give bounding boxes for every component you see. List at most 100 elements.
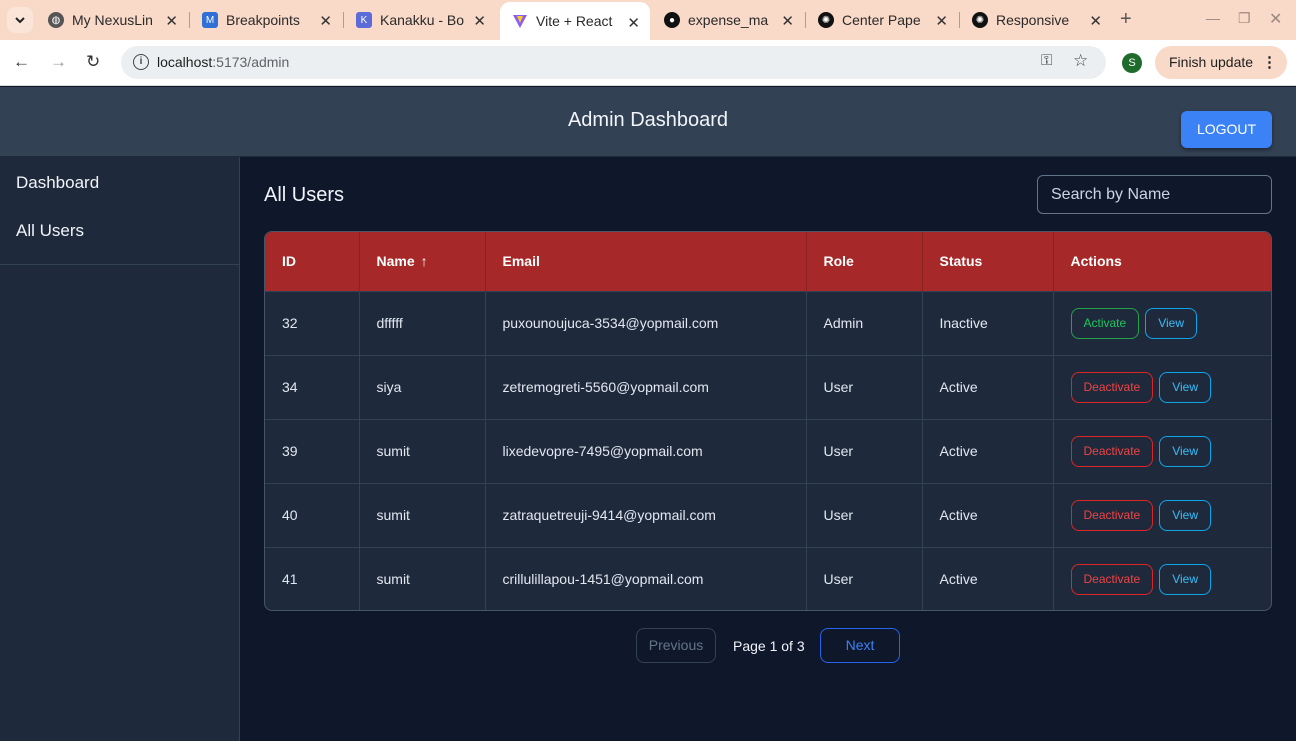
- browser-tab-strip: ◍ My NexusLin ✕ M Breakpoints ✕ K Kanakk…: [0, 0, 1296, 40]
- table-row: 41 sumit crillulillapou-1451@yopmail.com…: [265, 547, 1271, 610]
- close-icon[interactable]: ✕: [319, 12, 332, 30]
- page-title: Admin Dashboard: [567, 109, 729, 131]
- close-icon[interactable]: ✕: [473, 12, 486, 30]
- chevron-down-icon: [15, 17, 25, 24]
- reload-icon[interactable]: ↻: [86, 52, 100, 72]
- table-row: 39 sumit lixedevopre-7495@yopmail.com Us…: [265, 419, 1271, 483]
- browser-tab[interactable]: ✺ Responsive ✕: [960, 0, 1112, 40]
- back-arrow-icon[interactable]: ←: [13, 52, 30, 72]
- cell-status: Active: [922, 419, 1054, 483]
- url-text: localhost:5173/admin: [157, 54, 290, 70]
- table-header-row: ID Name ↑ Email Role Status Actions: [265, 232, 1271, 291]
- cell-email: crillulillapou-1451@yopmail.com: [485, 547, 807, 610]
- browser-tab[interactable]: ◍ My NexusLin ✕: [36, 0, 188, 40]
- search-input[interactable]: [1037, 175, 1272, 214]
- cell-status: Inactive: [922, 291, 1054, 355]
- browser-tab[interactable]: ✺ Center Pape ✕: [806, 0, 958, 40]
- cell-name: sumit: [359, 419, 486, 483]
- cell-id: 34: [265, 355, 360, 419]
- globe-icon: ◍: [48, 12, 64, 28]
- cell-status: Active: [922, 547, 1054, 610]
- sidebar-divider: [0, 264, 239, 265]
- address-bar[interactable]: i localhost:5173/admin ⚿ ☆: [121, 46, 1106, 79]
- cell-email: puxounoujuca-3534@yopmail.com: [485, 291, 807, 355]
- view-button[interactable]: View: [1159, 371, 1211, 403]
- column-header-role[interactable]: Role: [806, 232, 923, 291]
- cell-email: lixedevopre-7495@yopmail.com: [485, 419, 807, 483]
- cell-actions: Deactivate View: [1053, 547, 1271, 610]
- column-header-email[interactable]: Email: [485, 232, 807, 291]
- cell-email: zatraquetreuji-9414@yopmail.com: [485, 483, 807, 547]
- cell-role: User: [806, 355, 923, 419]
- browser-tab[interactable]: M Breakpoints ✕: [190, 0, 342, 40]
- cell-id: 39: [265, 419, 360, 483]
- finish-update-button[interactable]: Finish update ⋮: [1155, 46, 1287, 79]
- close-icon[interactable]: ✕: [165, 12, 178, 30]
- app-icon: K: [356, 12, 372, 28]
- tab-search-button[interactable]: [7, 7, 33, 33]
- cell-id: 41: [265, 547, 360, 610]
- openai-icon: ✺: [818, 12, 834, 28]
- close-icon[interactable]: ✕: [1089, 12, 1102, 30]
- view-button[interactable]: View: [1159, 563, 1211, 595]
- users-table: ID Name ↑ Email Role Status Actions 32 df…: [264, 231, 1272, 611]
- cell-status: Active: [922, 483, 1054, 547]
- key-icon[interactable]: ⚿: [1041, 52, 1052, 69]
- more-vert-icon[interactable]: ⋮: [1262, 53, 1277, 71]
- logout-button[interactable]: LOGOUT: [1181, 111, 1272, 148]
- cell-status: Active: [922, 355, 1054, 419]
- cell-actions: Deactivate View: [1053, 355, 1271, 419]
- column-header-status[interactable]: Status: [922, 232, 1054, 291]
- sidebar: Dashboard All Users: [0, 157, 240, 741]
- deactivate-button[interactable]: Deactivate: [1070, 371, 1154, 403]
- restore-icon[interactable]: ❐: [1238, 10, 1251, 27]
- mui-icon: M: [202, 12, 218, 28]
- deactivate-button[interactable]: Deactivate: [1070, 499, 1154, 531]
- openai-icon: ✺: [972, 12, 988, 28]
- column-header-name[interactable]: Name ↑: [359, 232, 486, 291]
- app-header: Admin Dashboard LOGOUT: [0, 87, 1296, 157]
- cell-email: zetremogreti-5560@yopmail.com: [485, 355, 807, 419]
- view-button[interactable]: View: [1159, 499, 1211, 531]
- new-tab-button[interactable]: +: [1120, 8, 1132, 31]
- sidebar-item-all-users[interactable]: All Users: [16, 221, 84, 241]
- cell-role: User: [806, 419, 923, 483]
- close-icon[interactable]: ✕: [627, 14, 640, 32]
- vite-icon: [512, 13, 528, 29]
- sidebar-item-dashboard[interactable]: Dashboard: [16, 173, 99, 193]
- cell-name: siya: [359, 355, 486, 419]
- activate-button[interactable]: Activate: [1070, 307, 1140, 339]
- browser-tab-active[interactable]: Vite + React ✕: [500, 2, 650, 40]
- cell-id: 40: [265, 483, 360, 547]
- view-button[interactable]: View: [1145, 307, 1197, 339]
- profile-avatar[interactable]: S: [1122, 53, 1142, 73]
- star-icon[interactable]: ☆: [1073, 51, 1088, 71]
- previous-page-button[interactable]: Previous: [636, 628, 716, 663]
- section-title: All Users: [264, 184, 345, 206]
- cell-name: sumit: [359, 547, 486, 610]
- site-info-icon[interactable]: i: [133, 54, 149, 70]
- deactivate-button[interactable]: Deactivate: [1070, 435, 1154, 467]
- close-icon[interactable]: ✕: [935, 12, 948, 30]
- cell-name: sumit: [359, 483, 486, 547]
- view-button[interactable]: View: [1159, 435, 1211, 467]
- finish-update-label: Finish update: [1169, 54, 1254, 70]
- browser-tab[interactable]: K Kanakku - Bo ✕: [344, 0, 496, 40]
- forward-arrow-icon[interactable]: →: [50, 52, 67, 72]
- close-window-icon[interactable]: ✕: [1269, 9, 1282, 29]
- cell-actions: Deactivate View: [1053, 419, 1271, 483]
- cell-actions: Deactivate View: [1053, 483, 1271, 547]
- next-page-button[interactable]: Next: [820, 628, 900, 663]
- cell-actions: Activate View: [1053, 291, 1271, 355]
- column-header-id[interactable]: ID: [265, 232, 360, 291]
- minimize-icon[interactable]: —: [1206, 10, 1220, 26]
- table-row: 34 siya zetremogreti-5560@yopmail.com Us…: [265, 355, 1271, 419]
- close-icon[interactable]: ✕: [781, 12, 794, 30]
- github-icon: ●: [664, 12, 680, 28]
- cell-id: 32: [265, 291, 360, 355]
- deactivate-button[interactable]: Deactivate: [1070, 563, 1154, 595]
- cell-name: dfffff: [359, 291, 486, 355]
- cell-role: User: [806, 483, 923, 547]
- browser-tab[interactable]: ● expense_ma ✕: [652, 0, 804, 40]
- sort-ascending-icon: ↑: [420, 253, 428, 270]
